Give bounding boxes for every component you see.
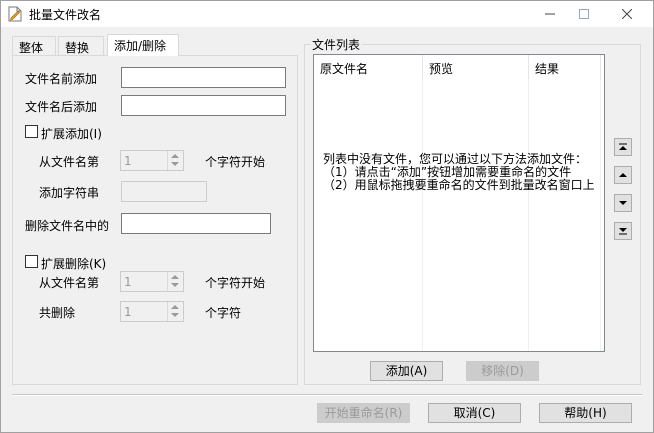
file-list-view[interactable]: 原文件名 预览 结果 列表中没有文件，您可以通过以下方法添加文件： （1）请点击… — [313, 54, 605, 352]
tab-replace[interactable]: 替换 — [58, 36, 104, 56]
footer-separator-highlight — [12, 395, 642, 396]
title-bar[interactable]: 批量文件改名 — [1, 1, 653, 27]
column-result[interactable]: 结果 — [529, 55, 601, 79]
column-original-name[interactable]: 原文件名 — [314, 55, 423, 79]
remove-files-button[interactable]: 移除(D) — [466, 361, 539, 381]
spin-down-icon[interactable] — [171, 283, 179, 287]
delete-in-label: 删除文件名中的 — [25, 219, 110, 233]
del-count-value: 1 — [124, 305, 132, 319]
move-down-button[interactable] — [614, 194, 632, 212]
start-rename-button[interactable]: 开始重命名(R) — [317, 403, 410, 423]
del-count-spinner[interactable]: 1 — [120, 301, 184, 322]
empty-line-3: （2）用鼠标拖拽要重命名的文件到批量改名窗口上 — [323, 178, 595, 192]
minimize-icon — [545, 13, 555, 15]
spin-up-icon[interactable] — [171, 305, 179, 309]
column-preview[interactable]: 预览 — [423, 55, 529, 79]
insert-str-label: 添加字符串 — [39, 186, 100, 200]
suffix-label: 文件名后添加 — [25, 100, 98, 114]
close-icon — [622, 9, 632, 19]
add-files-button[interactable]: 添加(A) — [370, 361, 443, 381]
from-pos-value: 1 — [124, 154, 132, 168]
batch-rename-window: 批量文件改名 整体 替换 添加/删除 文件名前添加 文件名后添加 扩展添加(I)… — [0, 0, 654, 433]
insert-str-input[interactable] — [121, 181, 207, 202]
help-button[interactable]: 帮助(H) — [539, 403, 632, 423]
ext-delete-label[interactable]: 扩展删除(K) — [41, 255, 106, 272]
spin-up-icon[interactable] — [171, 275, 179, 279]
from-pos-label: 从文件名第 — [39, 155, 100, 169]
from-pos-unit: 个字符开始 — [205, 155, 266, 169]
tab-overall[interactable]: 整体 — [12, 36, 56, 56]
del-from-spinner[interactable]: 1 — [120, 271, 184, 292]
maximize-button[interactable] — [567, 1, 601, 27]
spin-arrows[interactable] — [167, 151, 183, 170]
close-button[interactable] — [601, 1, 653, 27]
grid-line — [600, 79, 601, 351]
delete-in-input[interactable] — [121, 213, 271, 234]
move-bottom-button[interactable] — [614, 222, 632, 240]
grid-line — [422, 79, 423, 351]
prefix-label: 文件名前添加 — [25, 72, 98, 86]
document-icon — [8, 6, 22, 22]
spin-down-icon[interactable] — [171, 313, 179, 317]
spin-up-icon[interactable] — [171, 154, 179, 158]
move-top-button[interactable] — [614, 138, 632, 156]
move-down-icon — [619, 201, 627, 205]
from-pos-spinner[interactable]: 1 — [120, 150, 184, 171]
del-from-label: 从文件名第 — [39, 276, 100, 290]
del-count-unit: 个字符 — [205, 306, 242, 320]
spin-arrows[interactable] — [167, 302, 183, 321]
del-count-label: 共删除 — [39, 306, 76, 320]
move-top-icon — [619, 143, 627, 150]
suffix-input[interactable] — [121, 95, 286, 116]
minimize-button[interactable] — [533, 1, 567, 27]
grid-line — [528, 79, 529, 351]
tab-add-delete[interactable]: 添加/删除 — [107, 34, 179, 56]
spin-down-icon[interactable] — [171, 162, 179, 166]
move-up-button[interactable] — [614, 166, 632, 184]
prefix-input[interactable] — [121, 67, 286, 88]
del-from-value: 1 — [124, 275, 132, 289]
ext-add-checkbox[interactable] — [25, 125, 38, 138]
cancel-button[interactable]: 取消(C) — [428, 403, 521, 423]
del-from-unit: 个字符开始 — [205, 276, 266, 290]
move-bottom-icon — [619, 228, 627, 235]
maximize-icon — [579, 9, 589, 19]
file-list-title: 文件列表 — [310, 36, 363, 53]
spin-arrows[interactable] — [167, 272, 183, 291]
empty-list-message: 列表中没有文件，您可以通过以下方法添加文件： （1）请点击“添加”按钮增加需要重… — [323, 153, 595, 192]
ext-add-label[interactable]: 扩展添加(I) — [41, 125, 102, 142]
window-title: 批量文件改名 — [29, 8, 102, 22]
move-up-icon — [619, 173, 627, 177]
ext-delete-checkbox[interactable] — [25, 255, 38, 268]
